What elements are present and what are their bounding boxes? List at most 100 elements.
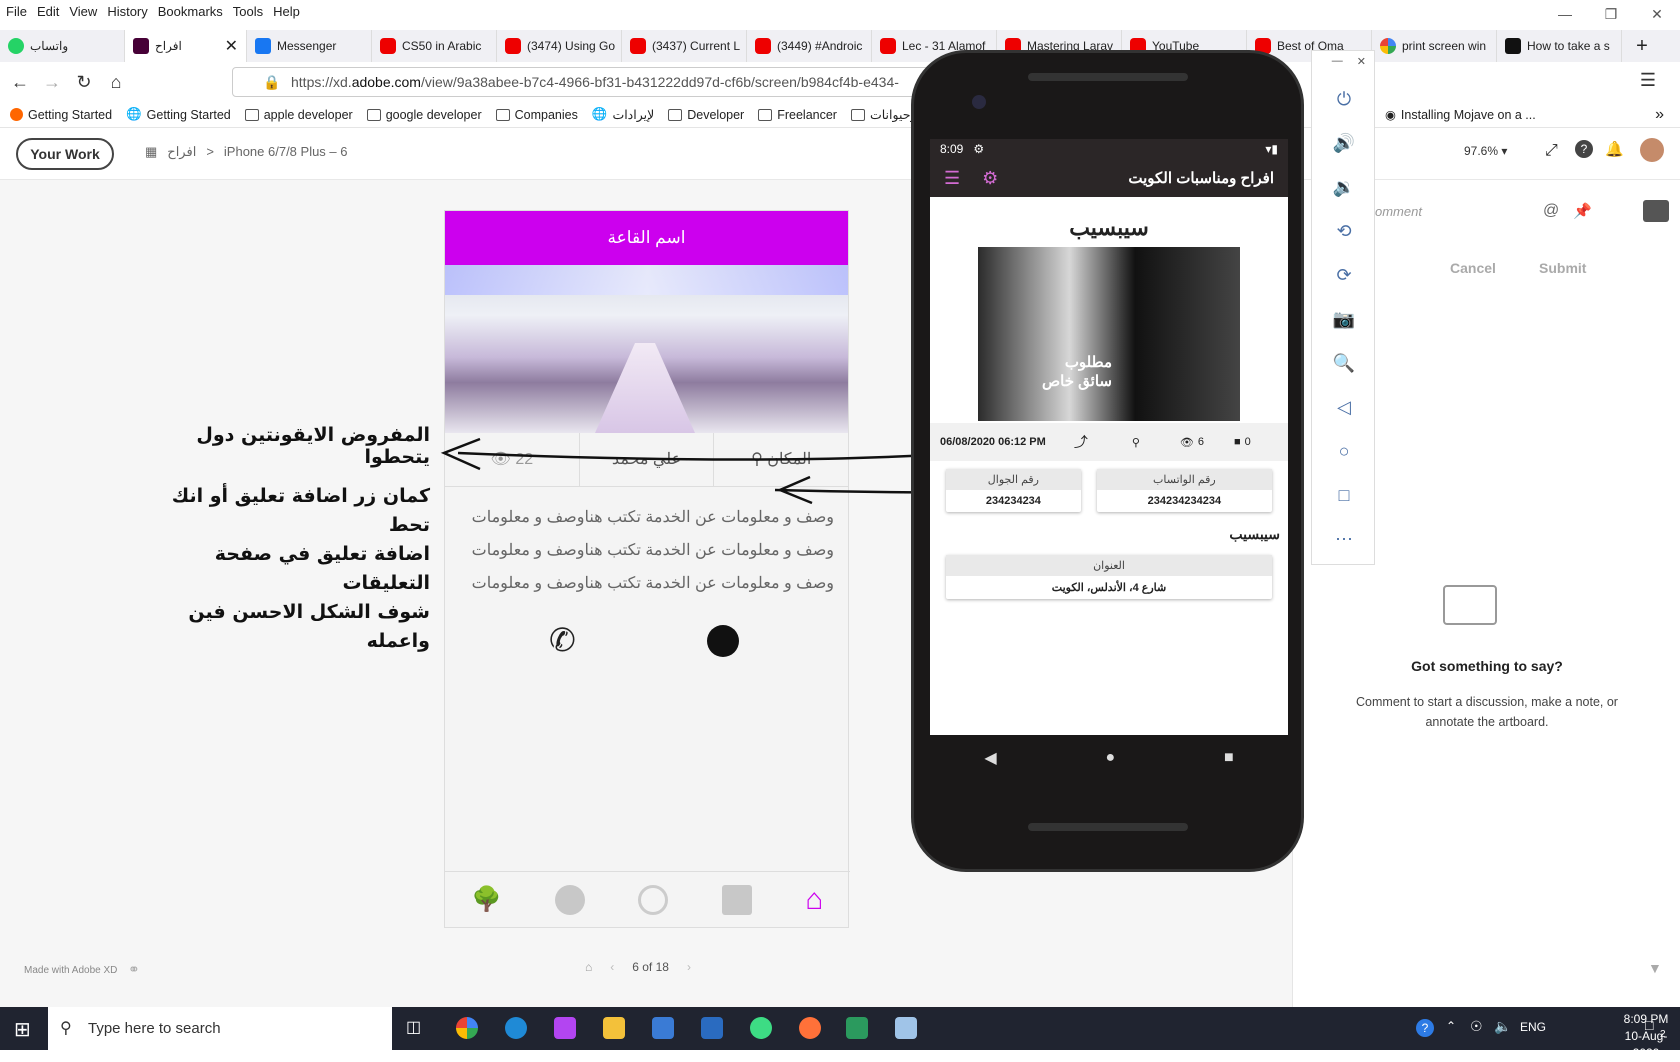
home-circle-icon[interactable]: ○ (1312, 429, 1376, 473)
pin-icon[interactable]: 📌 (1573, 202, 1592, 220)
edge-icon[interactable] (505, 1017, 527, 1039)
volume-icon[interactable]: 🔈 (1494, 1018, 1511, 1035)
tab-bi[interactable]: How to take a s (1497, 30, 1622, 62)
menu-help[interactable]: Help (271, 4, 308, 19)
submit-button[interactable]: Submit (1539, 260, 1586, 276)
bookmark-item[interactable]: 🌐 لإيرادات (592, 107, 654, 122)
mention-icon[interactable]: @ (1543, 202, 1559, 220)
your-work-button[interactable]: Your Work (16, 138, 114, 170)
chevron-left-icon[interactable]: ‹ (610, 960, 614, 974)
settings-gear-icon[interactable]: ⚙ (982, 168, 998, 189)
tab-youtube[interactable]: (3449) #Androic (747, 30, 872, 62)
back-icon[interactable]: ◁ (1312, 385, 1376, 429)
more-icon[interactable]: ⋯ (1312, 517, 1376, 561)
phpstorm-icon[interactable] (554, 1017, 576, 1039)
home-circle-icon[interactable]: ● (1105, 749, 1115, 767)
bookmark-folder[interactable]: Freelancer (758, 108, 837, 122)
fullscreen-icon[interactable]: ⤢ (1545, 142, 1558, 160)
zoom-select[interactable]: 97.6% ▾ (1464, 144, 1507, 158)
comment-icon[interactable]: ■ (1234, 436, 1241, 448)
restore-icon[interactable]: ❐ (1588, 0, 1634, 30)
bookmark-folder[interactable]: Developer (668, 108, 744, 122)
android-studio-icon[interactable] (750, 1017, 772, 1039)
menu-edit[interactable]: Edit (35, 4, 67, 19)
rotate-left-icon[interactable]: ⟲ (1312, 209, 1376, 253)
camera-icon[interactable]: 📷 (1312, 297, 1376, 341)
menu-file[interactable]: File (4, 4, 35, 19)
menu-view[interactable]: View (67, 4, 105, 19)
home-icon[interactable]: ⌂ (100, 72, 132, 93)
tab-youtube[interactable]: (3437) Current L (622, 30, 747, 62)
close-icon[interactable]: ✕ (1357, 55, 1366, 73)
forward-icon[interactable]: → (36, 72, 68, 93)
bookmark-item[interactable]: Getting Started (10, 108, 112, 122)
chevron-right-icon[interactable]: › (687, 960, 691, 974)
close-tab-icon[interactable]: ✕ (225, 36, 238, 56)
language-indicator[interactable]: ENG (1520, 1020, 1546, 1034)
bookmark-folder[interactable]: google developer (366, 108, 482, 122)
filter-icon[interactable]: ▼ (1648, 960, 1662, 976)
mail-icon[interactable] (701, 1017, 723, 1039)
tab-google[interactable]: print screen win (1372, 30, 1497, 62)
minimize-icon[interactable]: — (1332, 55, 1343, 73)
zoom-icon[interactable]: 🔍 (1312, 341, 1376, 385)
hamburger-menu-icon[interactable]: ☰ (944, 168, 960, 189)
bookmark-folder[interactable]: apple developer (244, 108, 353, 122)
app-icon[interactable] (846, 1017, 868, 1039)
bookmark-folder[interactable]: Companies (495, 108, 578, 122)
comment-input[interactable]: omment (1375, 204, 1535, 226)
comment-bubble-icon[interactable] (1643, 200, 1669, 222)
new-tab-button[interactable]: + (1622, 30, 1662, 62)
windows-start-icon[interactable]: ⊞ (14, 1017, 31, 1042)
home-icon[interactable]: ⌂ (805, 883, 823, 917)
back-icon[interactable]: ◀ (984, 748, 996, 768)
power-icon[interactable]: ⏻ (1312, 77, 1376, 121)
reload-icon[interactable]: ↻ (68, 72, 100, 93)
chrome-icon[interactable] (456, 1017, 478, 1039)
tree-icon[interactable]: 🌳 (472, 885, 502, 915)
wifi-icon[interactable]: ☉ (1470, 1018, 1483, 1035)
firefox-icon[interactable] (799, 1017, 821, 1039)
cancel-button[interactable]: Cancel (1450, 260, 1496, 276)
taskbar-search[interactable]: ⚲ Type here to search (48, 1007, 392, 1050)
tab-xd-afrah[interactable]: افراح ✕ (125, 30, 247, 62)
location-pin-icon[interactable]: ⚲ (1132, 436, 1140, 449)
menu-history[interactable]: History (105, 4, 155, 19)
menu-bookmarks[interactable]: Bookmarks (156, 4, 231, 19)
profile-icon[interactable] (555, 884, 586, 915)
hamburger-menu-icon[interactable]: ☰ (1632, 70, 1664, 91)
task-view-icon[interactable]: ◫ (406, 1017, 421, 1037)
tab-youtube[interactable]: (3474) Using Go (497, 30, 622, 62)
tab-messenger[interactable]: Messenger (247, 30, 372, 62)
minimize-icon[interactable]: — (1542, 0, 1588, 30)
chevron-up-icon[interactable]: ⌃ (1446, 1019, 1456, 1033)
more-bookmarks-icon[interactable]: » (1655, 106, 1664, 124)
search-icon[interactable] (638, 884, 669, 915)
app-icon[interactable] (895, 1017, 917, 1039)
close-icon[interactable]: ✕ (1634, 0, 1680, 30)
calendar-icon[interactable] (721, 884, 752, 915)
home-icon[interactable]: ⌂ (585, 960, 592, 974)
whatsapp-box[interactable]: رقم الواتساب 234234234234 (1096, 469, 1272, 512)
avatar[interactable] (1640, 138, 1664, 162)
tab-youtube[interactable]: CS50 in Arabic (372, 30, 497, 62)
overview-icon[interactable]: □ (1312, 473, 1376, 517)
breadcrumb-project[interactable]: افراح (167, 144, 196, 160)
volume-down-icon[interactable]: 🔉 (1312, 165, 1376, 209)
share-icon[interactable]: ⤴ (1074, 432, 1088, 452)
mobile-box[interactable]: رقم الجوال 234234234 (946, 469, 1081, 512)
menu-tools[interactable]: Tools (231, 4, 271, 19)
back-icon[interactable]: ← (4, 72, 36, 93)
grid-icon[interactable]: ▦ (145, 144, 157, 160)
file-explorer-icon[interactable] (603, 1017, 625, 1039)
help-icon[interactable]: ? (1575, 140, 1593, 158)
phone-call-icon[interactable]: ✆ (549, 621, 576, 659)
store-icon[interactable] (652, 1017, 674, 1039)
bell-icon[interactable]: 🔔 (1605, 140, 1624, 158)
bookmark-item[interactable]: ◉ Installing Mojave on a ... (1385, 107, 1536, 123)
bookmark-item[interactable]: 🌐 Getting Started (126, 107, 231, 122)
notifications-icon[interactable]: □ (1645, 1017, 1653, 1033)
volume-up-icon[interactable]: 🔊 (1312, 121, 1376, 165)
rotate-right-icon[interactable]: ⟳ (1312, 253, 1376, 297)
tab-whatsapp[interactable]: واتساب (0, 30, 125, 62)
